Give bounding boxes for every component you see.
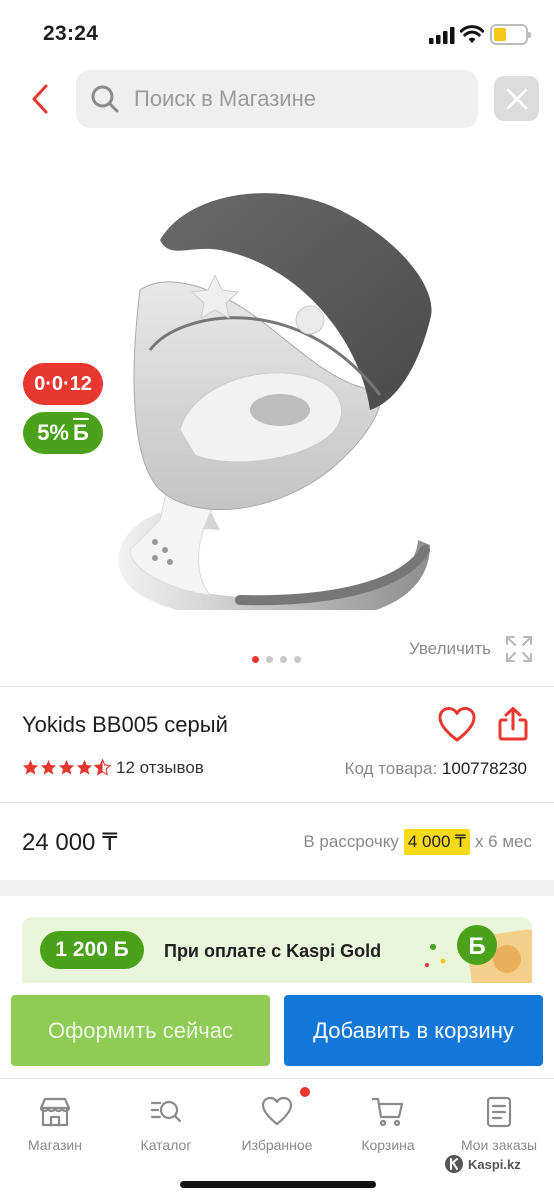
reviews-link[interactable]: 12 отзывов (116, 758, 204, 778)
star-icon (58, 759, 75, 775)
product-code-label: Код товара: (344, 759, 438, 778)
favorite-button[interactable] (437, 706, 477, 744)
product-title: Yokids BB005 серый (22, 712, 228, 737)
store-icon (39, 1097, 71, 1127)
nav-label: Мои заказы (460, 1137, 538, 1153)
cart-icon (371, 1097, 404, 1127)
add-to-cart-button[interactable]: Добавить в корзину (284, 995, 543, 1066)
share-button[interactable] (496, 706, 530, 742)
bonus-badge-percent: 5% (37, 420, 69, 445)
nav-item-favorites[interactable]: Избранное (222, 1087, 332, 1153)
rating-stars (22, 759, 111, 776)
product-gallery[interactable]: 0·0·12 5% Б (0, 140, 554, 685)
search-input[interactable] (134, 70, 464, 128)
bonus-badge: 5% Б (23, 412, 103, 454)
battery-icon (490, 24, 531, 45)
cellular-signal-icon (429, 27, 455, 44)
product-price: 24 000 ₸ (22, 829, 118, 856)
watermark-text: Kaspi.kz (468, 1156, 521, 1172)
star-icon (40, 759, 57, 775)
heart-icon (261, 1096, 293, 1126)
nav-label: Корзина (361, 1137, 415, 1153)
installment-prefix: В рассрочку (303, 832, 399, 851)
product-image (118, 193, 432, 610)
kaspi-watermark: Kaspi.kz (444, 1154, 521, 1174)
product-code-value: 100778230 (441, 759, 527, 778)
svg-text:Б: Б (468, 933, 485, 960)
star-icon (76, 759, 93, 775)
star-half-icon (94, 759, 111, 776)
back-button[interactable] (22, 80, 58, 118)
home-indicator (180, 1181, 376, 1188)
gallery-dot-active[interactable] (252, 656, 259, 663)
chevron-left-icon (32, 84, 48, 114)
zoom-label: Увеличить (409, 639, 491, 658)
kaspi-gold-card-icon: Б (425, 925, 532, 983)
search-bar[interactable] (76, 70, 478, 128)
status-time: 23:24 (43, 22, 99, 45)
gallery-dot[interactable] (266, 656, 273, 663)
nav-label: Магазин (27, 1137, 82, 1153)
gallery-pagination (252, 656, 301, 663)
kaspi-gold-text: При оплате с Kaspi Gold (164, 941, 382, 961)
gallery-dot[interactable] (280, 656, 287, 663)
kaspi-logo-icon (445, 1155, 463, 1173)
nav-item-cart[interactable]: Корзина (333, 1087, 443, 1153)
clear-search-button[interactable] (494, 76, 539, 121)
section-separator (0, 880, 554, 896)
nav-item-catalog[interactable]: Каталог (111, 1087, 221, 1153)
status-bar: 23:24 (0, 0, 554, 62)
orders-icon (486, 1096, 512, 1128)
nav-item-store[interactable]: Магазин (0, 1087, 110, 1153)
product-code: Код товара: 100778230 (345, 759, 527, 779)
star-icon (22, 759, 39, 775)
close-icon (506, 88, 527, 109)
heart-icon (438, 707, 476, 742)
installment-suffix: х 6 мес (474, 832, 532, 851)
catalog-icon (150, 1100, 182, 1123)
share-icon (498, 707, 528, 741)
nav-label: Избранное (241, 1137, 313, 1153)
nav-label: Каталог (140, 1137, 192, 1153)
divider (0, 802, 554, 803)
kaspi-gold-bonus: 1 200 Б (40, 931, 144, 969)
nav-item-orders[interactable]: Мои заказы (444, 1087, 554, 1153)
search-icon (91, 85, 119, 113)
zoom-button[interactable]: Увеличить (409, 634, 533, 664)
gallery-dot[interactable] (294, 656, 301, 663)
installment-badge: 0·0·12 (23, 363, 103, 405)
favorites-notification-dot (300, 1087, 310, 1097)
kaspi-gold-banner[interactable]: 1 200 Б При оплате с Kaspi Gold Б (22, 917, 532, 983)
wifi-icon (460, 25, 484, 43)
expand-icon (506, 636, 532, 662)
divider (0, 686, 554, 687)
buy-now-button[interactable]: Оформить сейчас (11, 995, 270, 1066)
bonus-badge-symbol: Б (72, 420, 89, 445)
installment-amount: 4 000 ₸ (403, 829, 470, 855)
installment-info: В рассрочку 4 000 ₸ х 6 мес (303, 829, 532, 855)
